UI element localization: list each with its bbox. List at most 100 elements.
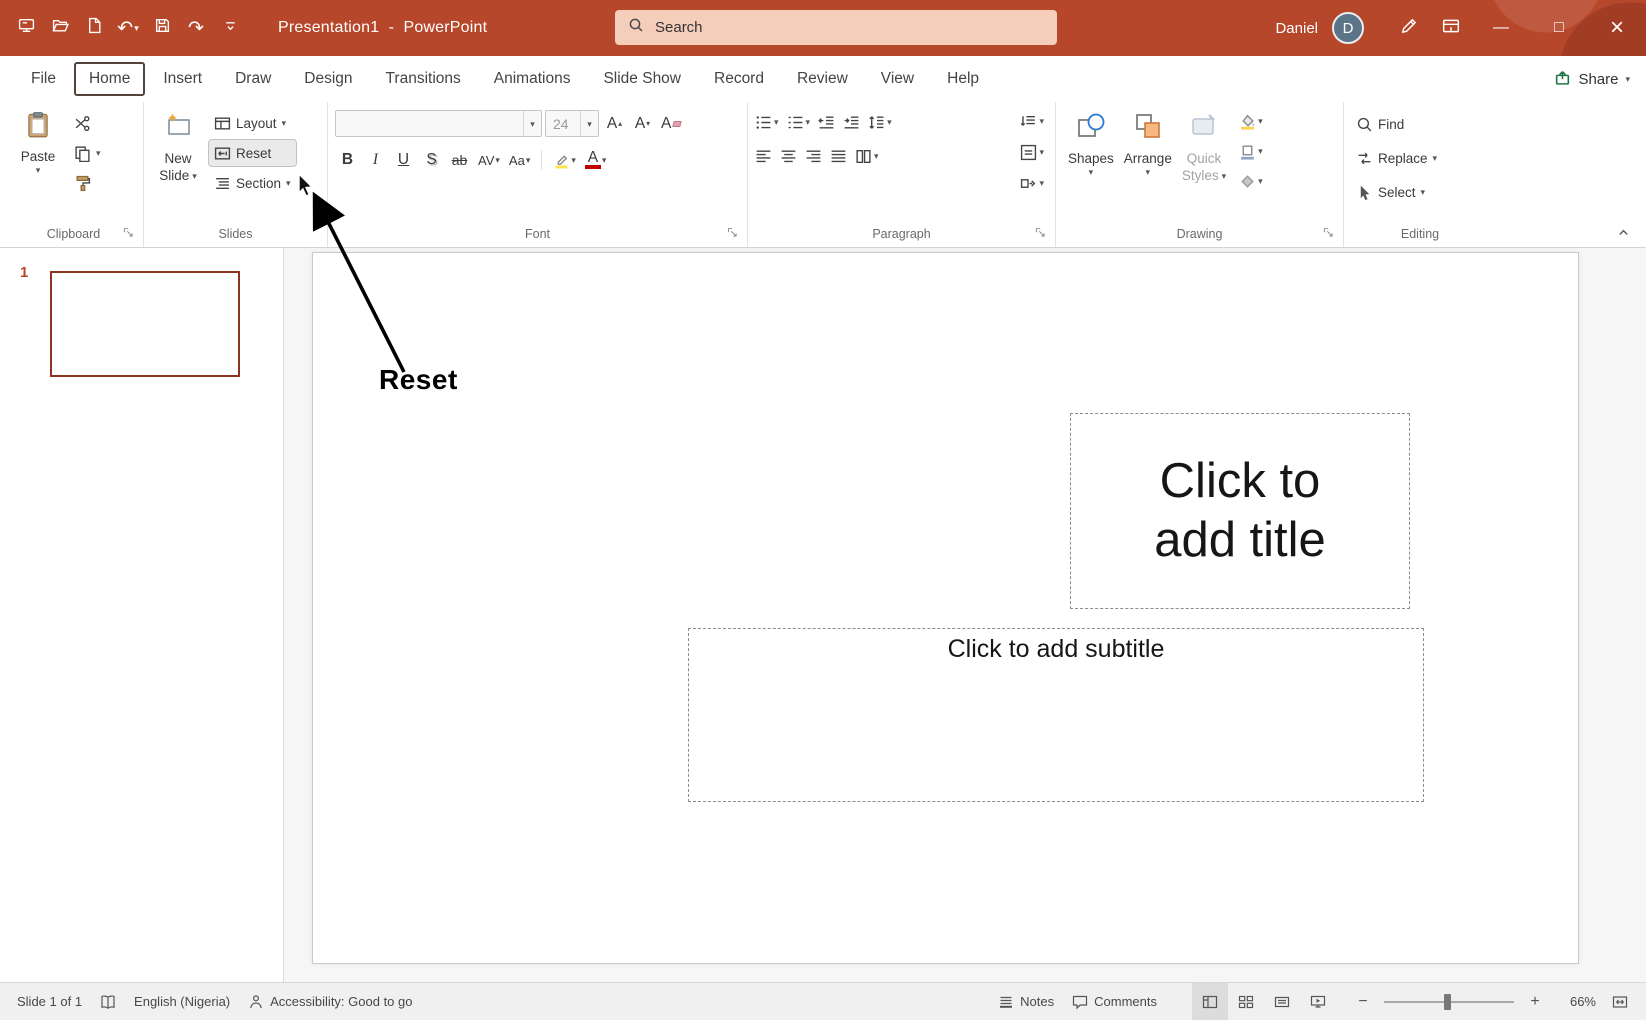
- justify-button[interactable]: [830, 145, 847, 167]
- find-button[interactable]: Find: [1351, 111, 1442, 137]
- columns-button[interactable]: ▾: [855, 145, 879, 167]
- tab-help[interactable]: Help: [932, 62, 994, 96]
- font-size-combo[interactable]: 24 ▾: [545, 110, 599, 137]
- strikethrough-button[interactable]: ab: [447, 147, 472, 173]
- ink-pen-button[interactable]: [1388, 0, 1430, 56]
- align-left-button[interactable]: [755, 145, 772, 167]
- spell-check-button[interactable]: [91, 983, 125, 1020]
- quick-styles-button[interactable]: Quick Styles▾: [1177, 104, 1231, 185]
- tab-insert[interactable]: Insert: [148, 62, 217, 96]
- font-name-dropdown[interactable]: ▾: [523, 111, 541, 136]
- tab-home[interactable]: Home: [74, 62, 145, 96]
- character-spacing-button[interactable]: AV▾: [475, 147, 503, 173]
- slide-sorter-view-button[interactable]: [1228, 983, 1264, 1020]
- reset-button[interactable]: Reset: [209, 140, 296, 166]
- line-spacing-button[interactable]: ▾: [868, 111, 892, 133]
- search-box[interactable]: Search: [615, 10, 1057, 45]
- zoom-slider-thumb[interactable]: [1444, 994, 1451, 1010]
- zoom-out-button[interactable]: −: [1350, 993, 1376, 1011]
- tab-view[interactable]: View: [866, 62, 929, 96]
- align-center-button[interactable]: [780, 145, 797, 167]
- paragraph-dialog-launcher[interactable]: [1034, 226, 1049, 241]
- increase-indent-button[interactable]: [843, 111, 860, 133]
- start-from-beginning-button[interactable]: [12, 11, 40, 45]
- close-button[interactable]: ×: [1588, 0, 1646, 56]
- align-right-button[interactable]: [805, 145, 822, 167]
- tab-file[interactable]: File: [16, 62, 71, 96]
- tab-record[interactable]: Record: [699, 62, 779, 96]
- numbering-button[interactable]: ▾: [787, 111, 811, 133]
- redo-button[interactable]: ↷: [182, 11, 210, 45]
- shapes-button[interactable]: Shapes▾: [1063, 104, 1119, 178]
- shape-effects-button[interactable]: ▾: [1239, 170, 1263, 192]
- font-name-combo[interactable]: ▾: [335, 110, 542, 137]
- copy-button[interactable]: ▾: [69, 140, 106, 166]
- drawing-dialog-launcher[interactable]: [1322, 226, 1337, 241]
- notes-button[interactable]: Notes: [989, 983, 1063, 1020]
- clear-formatting-button[interactable]: A: [658, 111, 684, 137]
- zoom-slider[interactable]: [1384, 1001, 1514, 1003]
- increase-font-size-button[interactable]: A▴: [602, 111, 627, 137]
- slide-show-button[interactable]: [1300, 983, 1336, 1020]
- save-button[interactable]: [148, 11, 176, 45]
- align-text-button[interactable]: ▾: [1020, 141, 1044, 163]
- collapse-ribbon-button[interactable]: [1612, 222, 1634, 242]
- fit-slide-to-window-button[interactable]: [1602, 983, 1638, 1020]
- title-placeholder[interactable]: Click to add title: [1070, 413, 1410, 609]
- open-button[interactable]: [46, 11, 74, 45]
- font-color-button[interactable]: A▾: [582, 147, 610, 173]
- arrange-button[interactable]: Arrange▾: [1119, 104, 1177, 178]
- tab-slide-show[interactable]: Slide Show: [588, 62, 696, 96]
- bullets-button[interactable]: ▾: [755, 111, 779, 133]
- reading-view-button[interactable]: [1264, 983, 1300, 1020]
- normal-view-button[interactable]: [1192, 983, 1228, 1020]
- comments-button[interactable]: Comments: [1063, 983, 1166, 1020]
- tab-design[interactable]: Design: [289, 62, 367, 96]
- section-button[interactable]: Section▾: [209, 170, 296, 196]
- language-button[interactable]: English (Nigeria): [125, 983, 239, 1020]
- cut-button[interactable]: [69, 110, 106, 136]
- subtitle-placeholder[interactable]: Click to add subtitle: [688, 628, 1424, 802]
- new-slide-button[interactable]: New Slide▾: [151, 104, 205, 185]
- paste-button[interactable]: Paste▾: [11, 104, 65, 176]
- account-name[interactable]: Daniel: [1275, 20, 1318, 37]
- clipboard-dialog-launcher[interactable]: [122, 226, 137, 241]
- undo-button[interactable]: ↶▾: [114, 11, 142, 45]
- slide-canvas[interactable]: Click to add title Click to add subtitle: [312, 252, 1579, 964]
- highlight-color-button[interactable]: ▾: [550, 147, 579, 173]
- format-painter-button[interactable]: [69, 170, 106, 196]
- maximize-button[interactable]: □: [1530, 0, 1588, 56]
- ribbon-display-icon: [1442, 17, 1460, 40]
- tab-draw[interactable]: Draw: [220, 62, 286, 96]
- avatar[interactable]: D: [1332, 12, 1364, 44]
- change-case-button[interactable]: Aa▾: [506, 147, 533, 173]
- shape-fill-button[interactable]: ▾: [1239, 110, 1263, 132]
- decrease-font-size-button[interactable]: A▾: [630, 111, 655, 137]
- zoom-percentage[interactable]: 66%: [1554, 994, 1596, 1009]
- minimize-button[interactable]: —: [1472, 0, 1530, 56]
- font-dialog-launcher[interactable]: [726, 226, 741, 241]
- shape-outline-button[interactable]: ▾: [1239, 140, 1263, 162]
- text-shadow-button[interactable]: S: [419, 147, 444, 173]
- underline-button[interactable]: U: [391, 147, 416, 173]
- tab-review[interactable]: Review: [782, 62, 863, 96]
- new-file-button[interactable]: [80, 11, 108, 45]
- select-button[interactable]: Select▾: [1351, 179, 1442, 205]
- font-size-dropdown[interactable]: ▾: [580, 111, 598, 136]
- slide-indicator[interactable]: Slide 1 of 1: [8, 983, 91, 1020]
- bold-button[interactable]: B: [335, 147, 360, 173]
- accessibility-checker[interactable]: Accessibility: Good to go: [239, 983, 421, 1020]
- slide-thumbnail[interactable]: [50, 271, 240, 377]
- italic-button[interactable]: I: [363, 147, 388, 173]
- tab-transitions[interactable]: Transitions: [371, 62, 476, 96]
- ribbon-display-options-button[interactable]: [1430, 0, 1472, 56]
- layout-button[interactable]: Layout▾: [209, 110, 296, 136]
- decrease-indent-button[interactable]: [818, 111, 835, 133]
- zoom-in-button[interactable]: +: [1522, 993, 1548, 1011]
- share-button[interactable]: Share ▾: [1554, 69, 1630, 90]
- text-direction-button[interactable]: ▾: [1020, 110, 1044, 132]
- replace-button[interactable]: Replace▾: [1351, 145, 1442, 171]
- convert-to-smartart-button[interactable]: ▾: [1020, 172, 1044, 194]
- customize-qat-button[interactable]: [216, 11, 244, 45]
- tab-animations[interactable]: Animations: [479, 62, 586, 96]
